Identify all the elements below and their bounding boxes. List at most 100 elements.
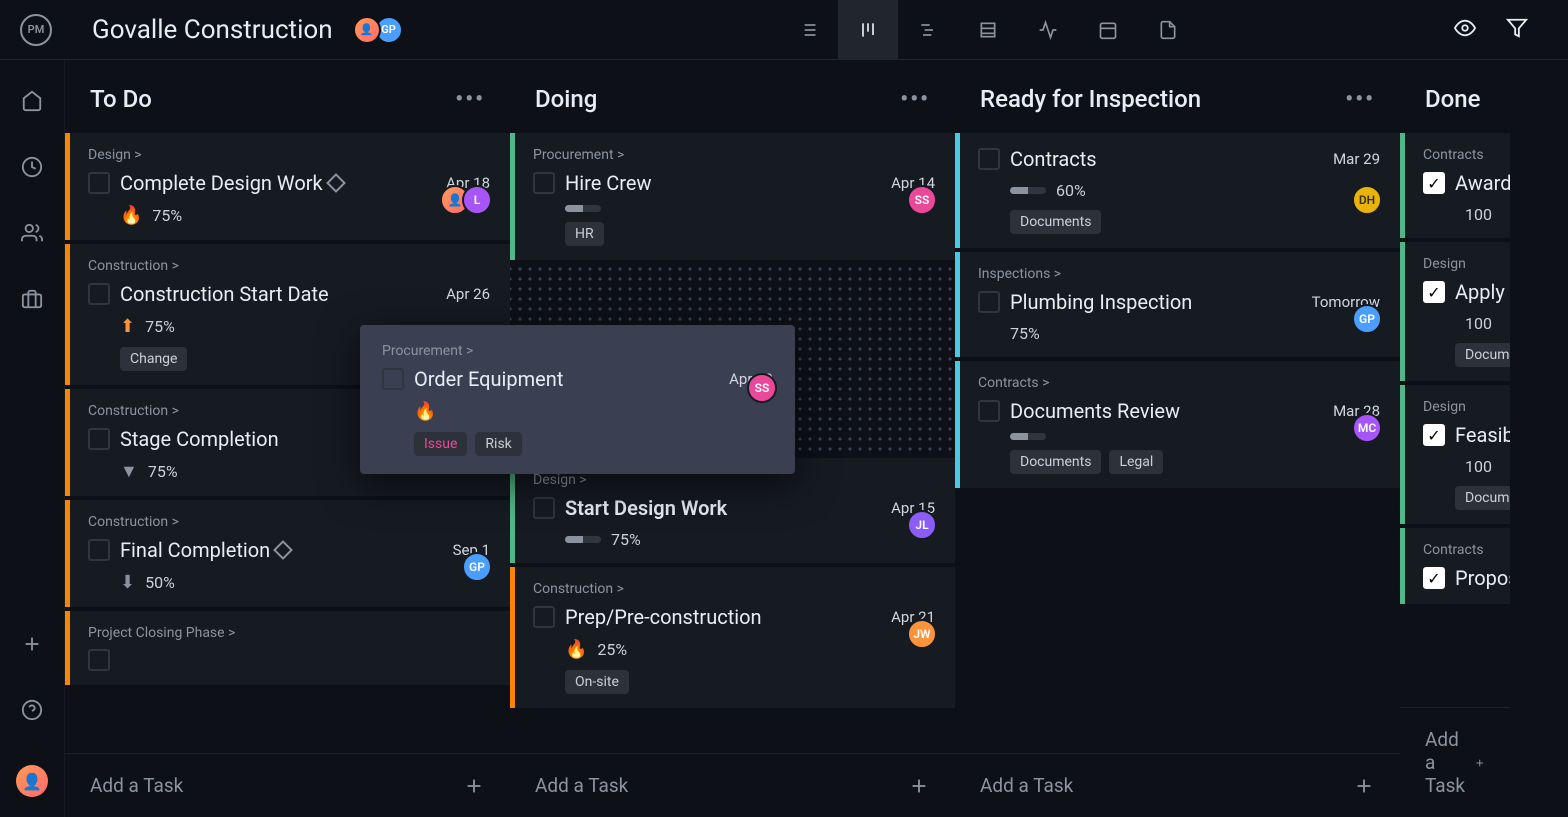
tag[interactable]: Change bbox=[120, 347, 187, 371]
card-title[interactable]: Complete Design Work bbox=[120, 171, 436, 195]
card-title[interactable]: Contracts bbox=[1010, 147, 1323, 171]
task-checkbox[interactable] bbox=[978, 291, 1000, 313]
task-card[interactable]: Design >Complete Design WorkApr 18🔥75%👤L bbox=[65, 133, 510, 240]
card-breadcrumb: Construction > bbox=[88, 258, 490, 274]
task-checkbox[interactable]: ✓ bbox=[1423, 424, 1445, 446]
visibility-icon[interactable] bbox=[1454, 17, 1476, 43]
tag[interactable]: Documents bbox=[1455, 486, 1510, 510]
task-card[interactable]: Design✓Apply100Documents bbox=[1400, 242, 1510, 381]
task-checkbox[interactable] bbox=[533, 606, 555, 628]
files-view-icon[interactable] bbox=[1138, 0, 1198, 60]
progress-bar bbox=[565, 536, 601, 543]
tag[interactable]: Legal bbox=[1109, 450, 1163, 474]
card-title[interactable]: Order Equipment bbox=[414, 367, 719, 391]
card-breadcrumb: Contracts bbox=[1423, 542, 1490, 558]
activity-view-icon[interactable] bbox=[1018, 0, 1078, 60]
sheet-view-icon[interactable] bbox=[958, 0, 1018, 60]
dragging-card[interactable]: Procurement > Order Equipment Apr 19 🔥 S… bbox=[360, 325, 795, 474]
assignee-avatar[interactable]: JL bbox=[907, 510, 937, 540]
help-icon[interactable] bbox=[21, 699, 43, 725]
task-card[interactable]: Contracts >Documents ReviewMar 28MCDocum… bbox=[955, 361, 1400, 488]
task-card[interactable]: ContractsMar 2960%DHDocuments bbox=[955, 133, 1400, 248]
task-checkbox[interactable] bbox=[533, 172, 555, 194]
column-title: Done bbox=[1425, 85, 1481, 113]
task-card[interactable]: Inspections >Plumbing InspectionTomorrow… bbox=[955, 252, 1400, 357]
task-checkbox[interactable] bbox=[88, 539, 110, 561]
add-task-button[interactable]: Add a Task bbox=[955, 753, 1400, 817]
progress-percent: 60% bbox=[1056, 181, 1086, 200]
assignee-avatar[interactable]: L bbox=[462, 185, 492, 215]
column-menu-icon[interactable]: ••• bbox=[455, 87, 485, 112]
card-title[interactable]: Documents Review bbox=[1010, 399, 1323, 423]
project-title: Govalle Construction bbox=[92, 15, 333, 45]
priority-up-icon: ⬆ bbox=[120, 316, 135, 337]
app-logo[interactable]: PM bbox=[20, 14, 52, 46]
recent-icon[interactable] bbox=[21, 156, 43, 182]
card-title[interactable]: Hire Crew bbox=[565, 171, 881, 195]
assignee-avatar[interactable]: SS bbox=[907, 185, 937, 215]
tag[interactable]: Documents bbox=[1010, 450, 1101, 474]
task-card[interactable]: Design✓Feasib100Documents bbox=[1400, 385, 1510, 524]
task-checkbox[interactable]: ✓ bbox=[1423, 172, 1445, 194]
tag[interactable]: Documents bbox=[1010, 210, 1101, 234]
tag[interactable]: Documents bbox=[1455, 343, 1510, 367]
user-avatar[interactable]: 👤 bbox=[16, 765, 48, 797]
task-checkbox[interactable] bbox=[978, 148, 1000, 170]
task-card[interactable]: Construction >Prep/Pre-constructionApr 2… bbox=[510, 567, 955, 708]
progress-percent: 50% bbox=[145, 573, 175, 592]
portfolio-icon[interactable] bbox=[21, 288, 43, 314]
tag[interactable]: Issue bbox=[414, 432, 467, 456]
card-title[interactable]: Feasib bbox=[1455, 423, 1510, 447]
assignee-avatar[interactable]: GP bbox=[1352, 304, 1382, 334]
task-checkbox[interactable]: ✓ bbox=[1423, 567, 1445, 589]
task-checkbox[interactable] bbox=[88, 172, 110, 194]
card-title[interactable]: Construction Start Date bbox=[120, 282, 436, 306]
avatar[interactable]: 👤 bbox=[353, 16, 381, 44]
card-title[interactable]: Prep/Pre-construction bbox=[565, 605, 881, 629]
add-icon[interactable] bbox=[21, 633, 43, 659]
task-card[interactable]: Contracts✓Award100 bbox=[1400, 133, 1510, 238]
progress-percent: 75% bbox=[152, 206, 182, 225]
assignee-avatar[interactable]: DH bbox=[1352, 185, 1382, 215]
flame-icon: 🔥 bbox=[565, 639, 587, 660]
task-checkbox[interactable] bbox=[88, 649, 110, 671]
project-members[interactable]: 👤 GP bbox=[353, 16, 403, 44]
assignee-avatar[interactable]: SS bbox=[747, 373, 777, 403]
board-view-icon[interactable] bbox=[838, 0, 898, 60]
progress-percent: 100 bbox=[1465, 205, 1492, 224]
card-title[interactable]: Plumbing Inspection bbox=[1010, 290, 1302, 314]
assignee-avatar[interactable]: GP bbox=[462, 552, 492, 582]
tag[interactable]: Risk bbox=[475, 432, 521, 456]
add-task-button[interactable]: Add a Task bbox=[1400, 707, 1510, 817]
task-card[interactable]: Construction >Final CompletionSep 1⬇50%G… bbox=[65, 500, 510, 607]
tag[interactable]: HR bbox=[565, 222, 604, 246]
list-view-icon[interactable] bbox=[778, 0, 838, 60]
tag[interactable]: On-site bbox=[565, 670, 629, 694]
milestone-icon bbox=[273, 540, 293, 560]
assignee-avatar[interactable]: JW bbox=[907, 619, 937, 649]
add-task-button[interactable]: Add a Task bbox=[510, 753, 955, 817]
task-checkbox[interactable] bbox=[88, 283, 110, 305]
assignee-avatar[interactable]: MC bbox=[1352, 413, 1382, 443]
card-title[interactable]: Start Design Work bbox=[565, 496, 881, 520]
task-card[interactable]: Contracts ✓ Propos bbox=[1400, 528, 1510, 604]
card-title[interactable]: Award bbox=[1455, 171, 1510, 195]
home-icon[interactable] bbox=[21, 90, 43, 116]
task-checkbox[interactable] bbox=[88, 428, 110, 450]
team-icon[interactable] bbox=[21, 222, 43, 248]
card-title[interactable]: Final Completion bbox=[120, 538, 443, 562]
gantt-view-icon[interactable] bbox=[898, 0, 958, 60]
task-checkbox[interactable]: ✓ bbox=[1423, 281, 1445, 303]
task-checkbox[interactable] bbox=[978, 400, 1000, 422]
task-card[interactable]: Project Closing Phase > bbox=[65, 611, 510, 685]
calendar-view-icon[interactable] bbox=[1078, 0, 1138, 60]
filter-icon[interactable] bbox=[1506, 17, 1528, 43]
task-checkbox[interactable] bbox=[382, 368, 404, 390]
add-task-button[interactable]: Add a Task bbox=[65, 753, 510, 817]
card-title[interactable]: Apply bbox=[1455, 280, 1505, 304]
column-menu-icon[interactable]: ••• bbox=[1345, 87, 1375, 112]
task-checkbox[interactable] bbox=[533, 497, 555, 519]
task-card[interactable]: Procurement >Hire CrewApr 14SSHR bbox=[510, 133, 955, 260]
card-title[interactable]: Propos bbox=[1455, 566, 1510, 590]
column-menu-icon[interactable]: ••• bbox=[900, 87, 930, 112]
